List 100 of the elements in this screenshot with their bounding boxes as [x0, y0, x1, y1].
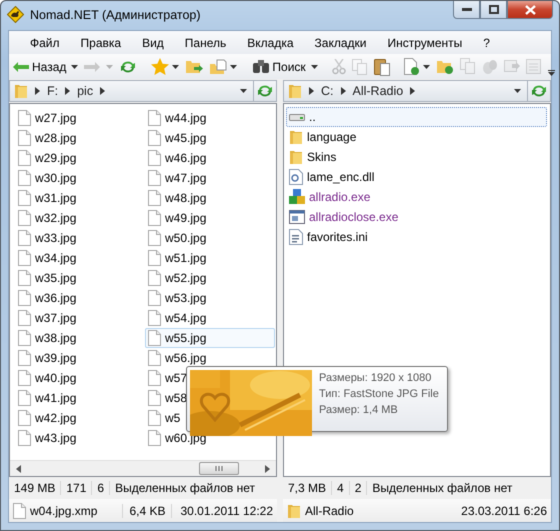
- breadcrumb-arrow-icon[interactable]: [340, 87, 346, 95]
- maximize-button[interactable]: [480, 1, 507, 19]
- file-item[interactable]: ..: [286, 107, 547, 127]
- paste-icon[interactable]: [374, 58, 390, 76]
- file-item[interactable]: w40.jpg: [15, 368, 145, 388]
- file-item[interactable]: favorites.ini: [286, 227, 547, 247]
- file-item[interactable]: w32.jpg: [15, 208, 145, 228]
- menu-item[interactable]: Панель: [176, 36, 236, 50]
- dropdown-caret-icon[interactable]: [514, 89, 521, 93]
- menu-item[interactable]: Файл: [21, 36, 69, 50]
- scroll-left-icon[interactable]: [16, 464, 21, 472]
- new-folder-icon[interactable]: [436, 58, 454, 74]
- path-segment[interactable]: All-Radio: [352, 84, 404, 98]
- menu-item[interactable]: Вкладка: [238, 36, 303, 50]
- file-icon: [148, 250, 161, 266]
- file-item[interactable]: lame_enc.dll: [286, 167, 547, 187]
- menu-item[interactable]: Инструменты: [378, 36, 472, 50]
- file-item[interactable]: w29.jpg: [15, 148, 145, 168]
- file-item[interactable]: w56.jpg: [145, 348, 275, 368]
- file-item[interactable]: w52.jpg: [145, 268, 275, 288]
- file-item[interactable]: allradio.exe: [286, 187, 547, 207]
- file-item[interactable]: w39.jpg: [15, 348, 145, 368]
- dropdown-caret-icon[interactable]: [172, 64, 180, 68]
- file-item[interactable]: w51.jpg: [145, 248, 275, 268]
- close-button[interactable]: [507, 1, 553, 19]
- file-item[interactable]: w46.jpg: [145, 148, 275, 168]
- file-item[interactable]: w55.jpg: [145, 328, 275, 348]
- menu-item[interactable]: ?: [474, 36, 499, 50]
- window-icon: [289, 210, 305, 224]
- horizontal-scrollbar[interactable]: [10, 460, 276, 476]
- minimize-button[interactable]: [453, 1, 480, 19]
- file-item[interactable]: w53.jpg: [145, 288, 275, 308]
- refresh-icon[interactable]: [256, 83, 274, 99]
- file-item[interactable]: w44.jpg: [145, 108, 275, 128]
- file-item[interactable]: w30.jpg: [15, 168, 145, 188]
- file-icon: [148, 170, 161, 186]
- file-item[interactable]: w49.jpg: [145, 208, 275, 228]
- breadcrumb-arrow-icon[interactable]: [100, 87, 106, 95]
- path-segment[interactable]: F:: [47, 84, 58, 98]
- file-item[interactable]: w33.jpg: [15, 228, 145, 248]
- file-item[interactable]: w37.jpg: [15, 308, 145, 328]
- file-icon: [18, 130, 31, 146]
- file-item[interactable]: w42.jpg: [15, 408, 145, 428]
- refresh-icon[interactable]: [119, 58, 138, 74]
- file-item[interactable]: w45.jpg: [145, 128, 275, 148]
- file-item[interactable]: allradioclose.exe: [286, 207, 547, 227]
- menu-item[interactable]: Правка: [72, 36, 130, 50]
- file-item[interactable]: w47.jpg: [145, 168, 275, 188]
- file-icon: [13, 502, 26, 518]
- file-size: 6,4 KB: [122, 504, 172, 518]
- status-text: 149 MB: [9, 481, 62, 495]
- path-segment[interactable]: pic: [77, 84, 94, 98]
- tooltip-text: Тип: FastStone JPG File: [319, 387, 439, 402]
- refresh-icon[interactable]: [530, 83, 548, 99]
- path-segment[interactable]: C:: [321, 84, 334, 98]
- file-date: 23.03.2011 6:26: [460, 504, 548, 518]
- scrollbar-thumb[interactable]: [199, 462, 239, 475]
- file-item[interactable]: w35.jpg: [15, 268, 145, 288]
- file-item[interactable]: Skins: [286, 147, 547, 167]
- file-item[interactable]: w57: [145, 368, 275, 388]
- file-item[interactable]: w60.jpg: [145, 428, 275, 448]
- status-text: Выделенных файлов нет: [371, 481, 514, 495]
- breadcrumb-arrow-icon[interactable]: [65, 87, 70, 95]
- file-item[interactable]: w41.jpg: [15, 388, 145, 408]
- file-icon: [148, 190, 161, 206]
- file-item[interactable]: w31.jpg: [15, 188, 145, 208]
- file-item[interactable]: w5: [145, 408, 275, 428]
- file-item[interactable]: w48.jpg: [145, 188, 275, 208]
- file-item[interactable]: w54.jpg: [145, 308, 275, 328]
- file-item[interactable]: w50.jpg: [145, 228, 275, 248]
- file-item[interactable]: language: [286, 127, 547, 147]
- new-file-icon[interactable]: [404, 58, 420, 76]
- menu-item[interactable]: Закладки: [306, 36, 376, 50]
- tooltip-text: Размер: 1,4 MB: [319, 403, 399, 418]
- back-button[interactable]: Назад: [11, 60, 68, 74]
- file-item[interactable]: w43.jpg: [15, 428, 145, 448]
- dropdown-caret-icon[interactable]: [71, 64, 78, 68]
- file-item[interactable]: w38.jpg: [15, 328, 145, 348]
- file-item[interactable]: w28.jpg: [15, 128, 145, 148]
- app-icon: [289, 189, 305, 205]
- file-item[interactable]: w27.jpg: [15, 108, 145, 128]
- file-icon: [18, 430, 31, 446]
- folder-arrow-icon[interactable]: [185, 58, 204, 74]
- menu-item[interactable]: Вид: [133, 36, 173, 50]
- file-item[interactable]: w58: [145, 388, 275, 408]
- folder-icon: [287, 502, 301, 518]
- breadcrumb-arrow-icon[interactable]: [309, 87, 314, 95]
- dropdown-caret-icon[interactable]: [310, 64, 318, 68]
- file-item[interactable]: w34.jpg: [15, 248, 145, 268]
- search-button[interactable]: Поиск: [251, 60, 308, 74]
- dropdown-caret-icon[interactable]: [230, 64, 238, 68]
- toolbar-overflow-icon[interactable]: [548, 70, 555, 76]
- file-item[interactable]: w36.jpg: [15, 288, 145, 308]
- breadcrumb-arrow-icon[interactable]: [410, 87, 416, 95]
- breadcrumb-arrow-icon[interactable]: [35, 87, 40, 95]
- scroll-right-icon[interactable]: [265, 464, 270, 472]
- dropdown-caret-icon[interactable]: [240, 89, 247, 93]
- file-icon: [148, 370, 161, 386]
- star-icon[interactable]: [151, 58, 170, 75]
- dropdown-caret-icon[interactable]: [422, 64, 430, 68]
